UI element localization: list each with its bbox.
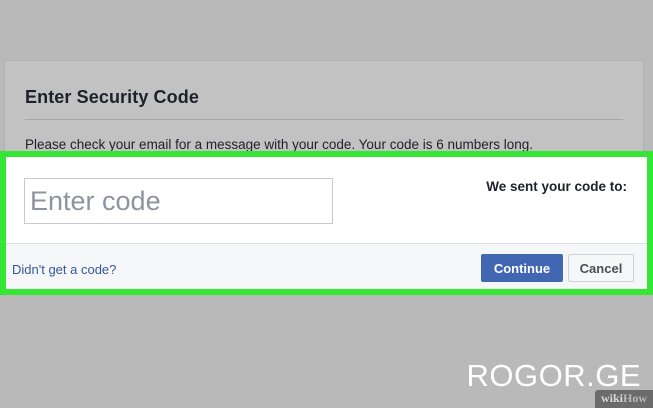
- dialog-footer: Didn't get a code? Continue Cancel: [6, 243, 647, 289]
- security-code-dialog-header: Enter Security Code Please check your em…: [4, 60, 644, 156]
- dialog-description: Please check your email for a message wi…: [25, 137, 534, 152]
- continue-button[interactable]: Continue: [481, 254, 563, 282]
- code-entry-body: We sent your code to:: [6, 157, 647, 243]
- wikihow-badge-how: How: [623, 391, 647, 405]
- didnt-get-code-link[interactable]: Didn't get a code?: [12, 262, 116, 277]
- screenshot-stage: Enter Security Code Please check your em…: [0, 0, 653, 408]
- code-sent-to-label: We sent your code to:: [486, 179, 627, 194]
- security-code-input[interactable]: [24, 178, 333, 224]
- rogor-watermark: ROGOR.GE: [466, 358, 641, 393]
- highlighted-code-entry-region: We sent your code to: Didn't get a code?…: [0, 151, 653, 295]
- wikihow-badge: wikiHow: [594, 390, 653, 408]
- title-divider: [25, 119, 623, 120]
- cancel-button[interactable]: Cancel: [568, 254, 634, 282]
- dialog-title: Enter Security Code: [25, 87, 199, 107]
- wikihow-badge-wiki: wiki: [600, 391, 623, 405]
